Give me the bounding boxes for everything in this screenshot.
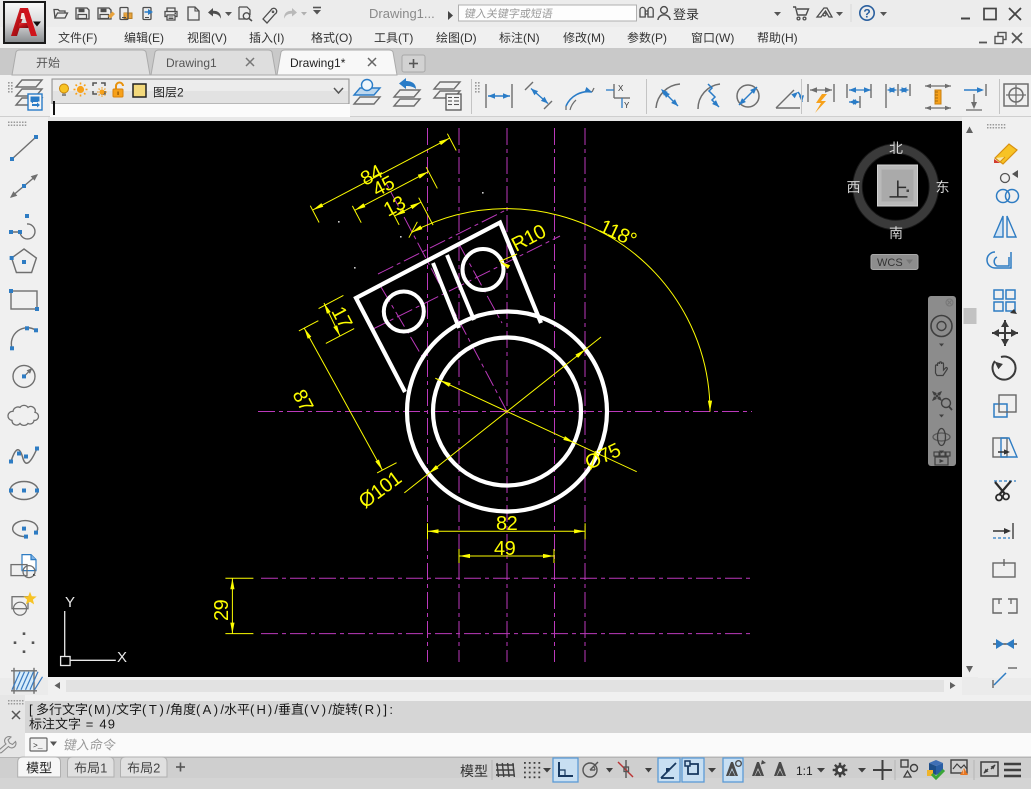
svg-text:1:1: 1:1 [796, 764, 813, 778]
svg-text:Drawing1: Drawing1 [166, 56, 217, 70]
svg-text:(H): (H) [781, 31, 798, 45]
svg-text:Y: Y [65, 594, 75, 611]
svg-text:(T): (T) [398, 31, 413, 45]
svg-text:X: X [618, 84, 624, 93]
svg-text:WCS: WCS [877, 257, 903, 269]
svg-text:(W): (W) [715, 31, 734, 45]
svg-text:(V): (V) [211, 31, 227, 45]
svg-text:[: [ [29, 702, 33, 717]
svg-text:29: 29 [211, 599, 233, 621]
svg-text:Y: Y [624, 101, 630, 110]
svg-text:(N): (N) [523, 31, 540, 45]
svg-text:(M)/: (M)/ [88, 702, 116, 717]
svg-text:(E): (E) [148, 31, 164, 45]
svg-text:(D): (D) [460, 31, 477, 45]
svg-text:(H)/: (H)/ [250, 702, 278, 717]
svg-text:= 49: = 49 [81, 717, 115, 732]
svg-text:82: 82 [496, 513, 518, 535]
svg-text:(A)/: (A)/ [196, 702, 224, 717]
svg-text:(I): (I) [273, 31, 284, 45]
svg-text:2: 2 [177, 86, 184, 100]
svg-text:(F): (F) [82, 31, 97, 45]
svg-text:Drawing1...: Drawing1... [369, 6, 435, 21]
svg-text:(T)/: (T)/ [142, 702, 170, 717]
svg-text:(M): (M) [587, 31, 605, 45]
svg-text:(V)/: (V)/ [304, 702, 332, 717]
svg-text:1: 1 [100, 761, 107, 776]
svg-text:2: 2 [153, 761, 160, 776]
svg-text:(O): (O) [335, 31, 352, 45]
svg-text:Drawing1*: Drawing1* [290, 56, 346, 70]
svg-text:?: ? [863, 7, 870, 21]
svg-text:X: X [117, 649, 127, 666]
svg-text:(P): (P) [651, 31, 667, 45]
svg-text:49: 49 [494, 538, 516, 560]
svg-text:>_: >_ [33, 742, 43, 751]
